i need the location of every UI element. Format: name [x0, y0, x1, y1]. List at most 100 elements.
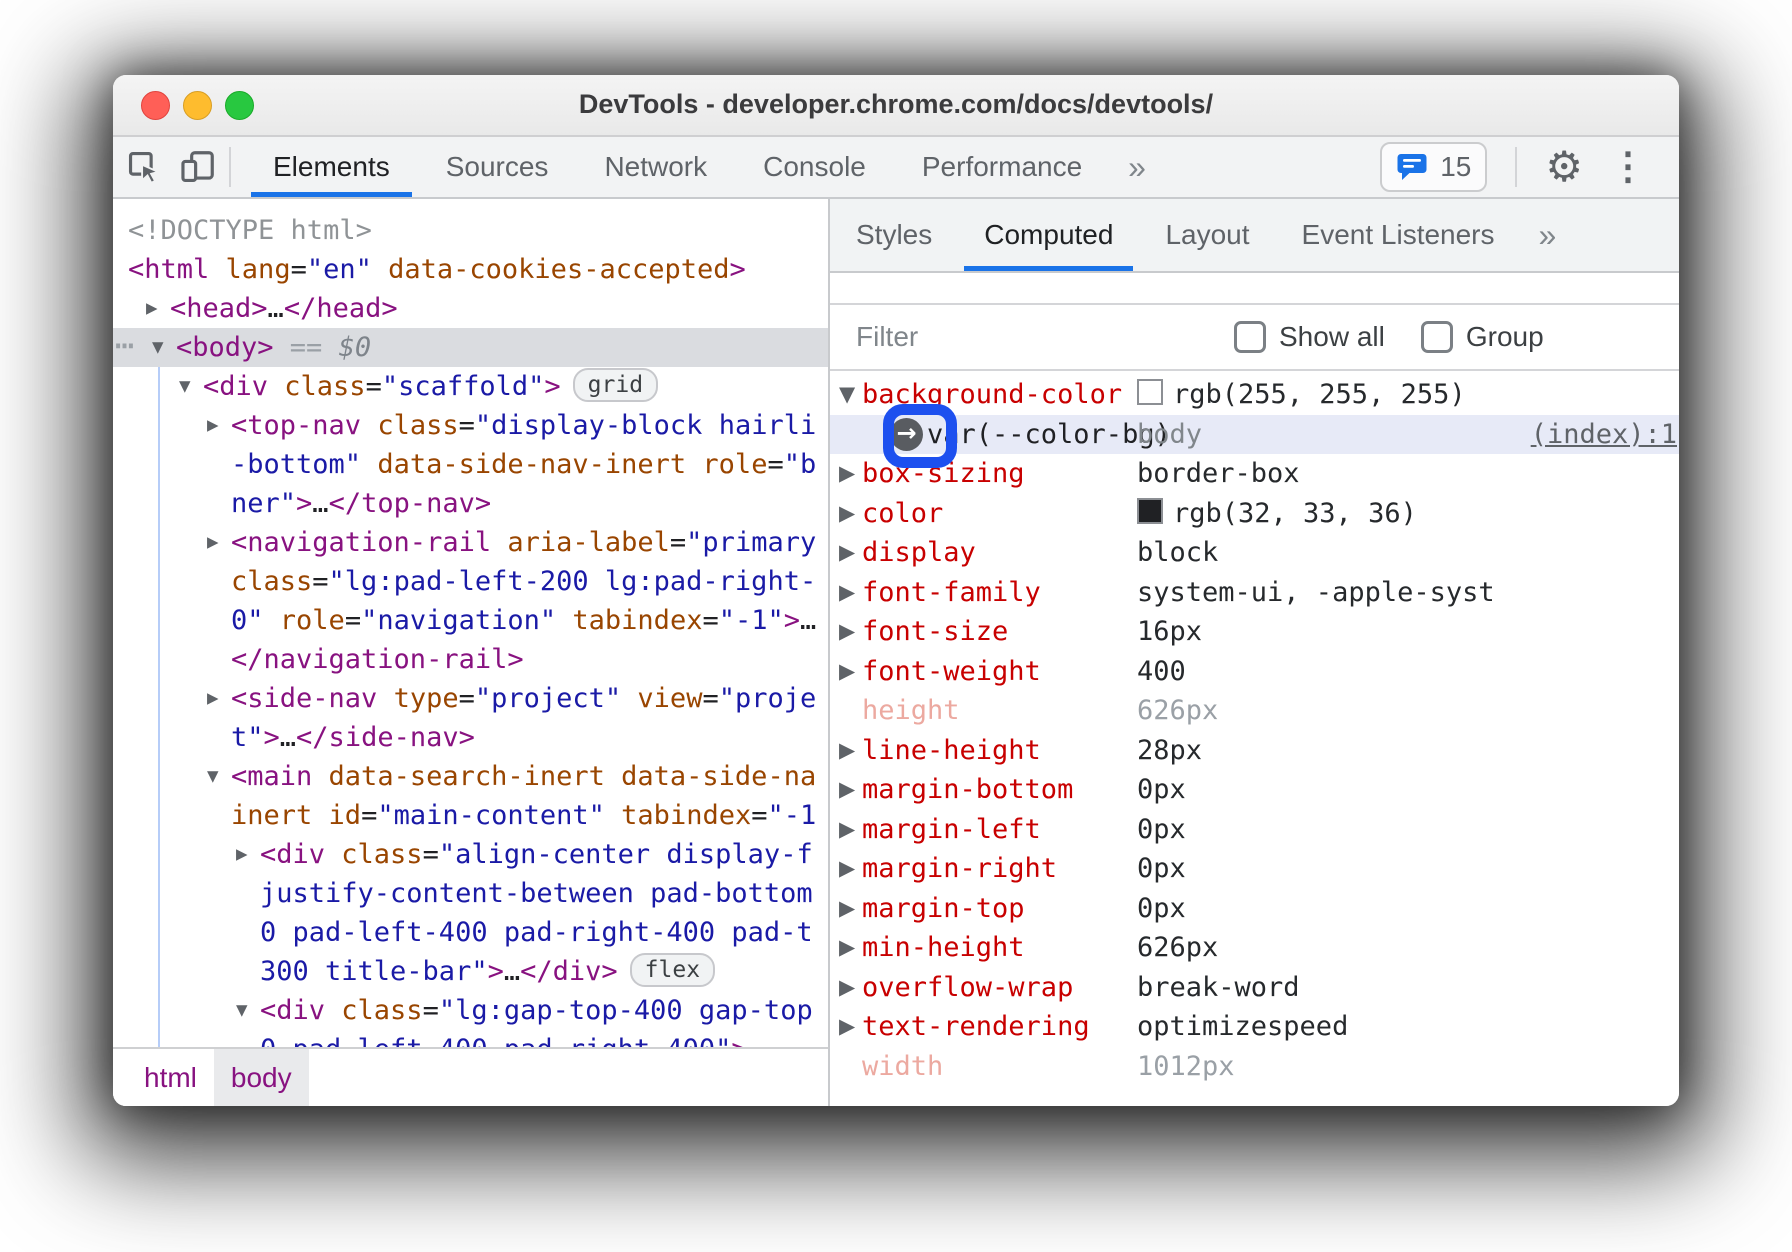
disclosure-triangle-icon[interactable]: ▶	[839, 612, 855, 652]
disclosure-triangle-icon[interactable]: ▾	[152, 328, 164, 367]
disclosure-triangle-icon[interactable]: ▸	[236, 835, 248, 874]
dom-tree-line[interactable]: ▾<div class="lg:gap-top-400 gap-top	[113, 991, 828, 1030]
disclosure-triangle-icon[interactable]: ▶	[839, 849, 855, 889]
dom-tree-line[interactable]: ⋯▾<body> == $0	[113, 328, 828, 367]
sidebar-tab-layout[interactable]: Layout	[1139, 199, 1275, 271]
breadcrumb-item-body[interactable]: body	[214, 1049, 309, 1106]
disclosure-triangle-icon[interactable]: ▶	[839, 494, 855, 534]
toolbar-right-controls: 15 ⚙ ⋮	[1380, 137, 1653, 197]
computed-properties-list: ▼background-colorrgb(255, 255, 255)→var(…	[830, 371, 1679, 1086]
filter-input[interactable]	[854, 320, 1198, 354]
sidebar-tab-styles[interactable]: Styles	[830, 199, 958, 271]
console-messages-badge[interactable]: 15	[1380, 142, 1487, 192]
more-options-kebab-icon[interactable]: ⋮	[1603, 144, 1653, 190]
property-value: break-word	[1137, 968, 1300, 1008]
inspect-element-icon[interactable]	[121, 144, 167, 190]
filter-row: Show all Group	[830, 303, 1679, 371]
sidebar-tab-computed[interactable]: Computed	[958, 199, 1139, 271]
dom-tree-line[interactable]: ▸<head>…</head>	[113, 289, 828, 328]
tab-network[interactable]: Network	[576, 137, 735, 197]
tab-elements[interactable]: Elements	[245, 137, 418, 197]
more-tabs-chevron-icon[interactable]: »	[1521, 199, 1575, 271]
computed-property-row[interactable]: ▶min-height626px	[830, 928, 1679, 968]
computed-property-row[interactable]: ▶text-renderingoptimizespeed	[830, 1007, 1679, 1047]
dom-tree-line[interactable]: 0" role="navigation" tabindex="-1">…	[113, 601, 828, 640]
computed-property-row[interactable]: ▶margin-left0px	[830, 810, 1679, 850]
disclosure-triangle-icon[interactable]: ▾	[179, 367, 191, 406]
disclosure-triangle-icon[interactable]: ▶	[839, 810, 855, 850]
dom-tree-line[interactable]: ▾<div class="scaffold">grid	[113, 367, 828, 406]
chat-bubble-icon	[1396, 152, 1428, 182]
computed-property-row[interactable]: ▶font-weight400	[830, 652, 1679, 692]
disclosure-triangle-icon[interactable]: ▶	[839, 652, 855, 692]
computed-property-row[interactable]: ▶font-size16px	[830, 612, 1679, 652]
computed-property-row[interactable]: ▶colorrgb(32, 33, 36)	[830, 494, 1679, 534]
dom-tree-line[interactable]: </navigation-rail>	[113, 640, 828, 679]
computed-property-row[interactable]: ▶displayblock	[830, 533, 1679, 573]
device-toolbar-icon[interactable]	[175, 144, 221, 190]
dom-node-text: <!DOCTYPE html>	[128, 211, 372, 250]
property-value: border-box	[1137, 454, 1300, 494]
dom-tree-line[interactable]: ▾<main data-search-inert data-side-na	[113, 757, 828, 796]
disclosure-triangle-icon[interactable]: ▶	[839, 573, 855, 613]
dom-tree-line[interactable]: ▸<side-nav type="project" view="proje	[113, 679, 828, 718]
tab-console[interactable]: Console	[735, 137, 894, 197]
disclosure-triangle-icon[interactable]: ▶	[839, 928, 855, 968]
dom-node-text: class="lg:pad-left-200 lg:pad-right-	[231, 562, 816, 601]
computed-property-row[interactable]: ▶line-height28px	[830, 731, 1679, 771]
disclosure-triangle-icon[interactable]: ▶	[839, 533, 855, 573]
dom-tree-line[interactable]: class="lg:pad-left-200 lg:pad-right-	[113, 562, 828, 601]
settings-gear-icon[interactable]: ⚙	[1545, 144, 1583, 190]
dom-tree-line[interactable]: ▸<div class="align-center display-f	[113, 835, 828, 874]
dom-tree-line[interactable]: <!DOCTYPE html>	[113, 211, 828, 250]
disclosure-triangle-icon[interactable]: ▼	[839, 375, 855, 415]
grid-badge[interactable]: grid	[573, 368, 658, 402]
disclosure-triangle-icon[interactable]: ▶	[839, 731, 855, 771]
computed-property-row[interactable]: ▶font-familysystem-ui, -apple-syst	[830, 573, 1679, 613]
disclosure-triangle-icon[interactable]: ▶	[839, 968, 855, 1008]
disclosure-triangle-icon[interactable]: ▶	[839, 889, 855, 929]
computed-trace-row[interactable]: →var(--color-bg)body(index):1	[830, 415, 1679, 455]
breadcrumb-item-html[interactable]: html	[127, 1049, 214, 1106]
dom-tree-line[interactable]: 300 title-bar">…</div>flex	[113, 952, 828, 991]
node-menu-kebab-icon[interactable]: ⋯	[115, 326, 132, 365]
computed-property-row[interactable]: ▶overflow-wrapbreak-word	[830, 968, 1679, 1008]
computed-property-row[interactable]: ▶box-sizingborder-box	[830, 454, 1679, 494]
flex-badge[interactable]: flex	[630, 953, 715, 987]
trace-source-link[interactable]: (index):1	[1531, 415, 1677, 455]
disclosure-triangle-icon[interactable]: ▶	[839, 1007, 855, 1047]
computed-property-row[interactable]: ▶margin-top0px	[830, 889, 1679, 929]
computed-property-row[interactable]: height626px	[830, 691, 1679, 731]
computed-property-row[interactable]: ▶margin-right0px	[830, 849, 1679, 889]
dom-tree-line[interactable]: 0 pad-left-400 pad-right-400 pad-t	[113, 913, 828, 952]
computed-property-row[interactable]: width1012px	[830, 1047, 1679, 1087]
show-all-checkbox[interactable]	[1234, 321, 1266, 353]
computed-property-row[interactable]: ▶margin-bottom0px	[830, 770, 1679, 810]
disclosure-triangle-icon[interactable]: ▸	[207, 406, 219, 445]
dom-tree-line[interactable]: ▸<top-nav class="display-block hairli	[113, 406, 828, 445]
tab-performance[interactable]: Performance	[894, 137, 1110, 197]
tab-sources[interactable]: Sources	[418, 137, 577, 197]
property-name: background-color	[862, 379, 1122, 410]
disclosure-triangle-icon[interactable]: ▾	[236, 991, 248, 1030]
dom-tree-line[interactable]: inert id="main-content" tabindex="-1	[113, 796, 828, 835]
computed-property-row[interactable]: ▼background-colorrgb(255, 255, 255)	[830, 375, 1679, 415]
dom-tree-line[interactable]: ▸<navigation-rail aria-label="primary	[113, 523, 828, 562]
disclosure-triangle-icon[interactable]: ▸	[207, 523, 219, 562]
property-name: display	[862, 537, 976, 568]
dom-tree-line[interactable]: justify-content-between pad-bottom	[113, 874, 828, 913]
disclosure-triangle-icon[interactable]: ▾	[207, 757, 219, 796]
dom-tree-line[interactable]: -bottom" data-side-nav-inert role="b	[113, 445, 828, 484]
dom-tree-line[interactable]: <html lang="en" data-cookies-accepted>	[113, 250, 828, 289]
disclosure-triangle-icon[interactable]: ▸	[146, 289, 158, 328]
more-tabs-chevron-icon[interactable]: »	[1110, 137, 1164, 197]
goto-source-arrow-icon[interactable]: →	[890, 418, 923, 451]
group-checkbox[interactable]	[1421, 321, 1453, 353]
disclosure-triangle-icon[interactable]: ▸	[207, 679, 219, 718]
disclosure-triangle-icon[interactable]: ▶	[839, 770, 855, 810]
dom-tree-line[interactable]: t">…</side-nav>	[113, 718, 828, 757]
elements-tree-pane: <!DOCTYPE html><html lang="en" data-cook…	[113, 199, 830, 1106]
sidebar-tab-event-listeners[interactable]: Event Listeners	[1276, 199, 1521, 271]
dom-tree-line[interactable]: ner">…</top-nav>	[113, 484, 828, 523]
disclosure-triangle-icon[interactable]: ▶	[839, 454, 855, 494]
